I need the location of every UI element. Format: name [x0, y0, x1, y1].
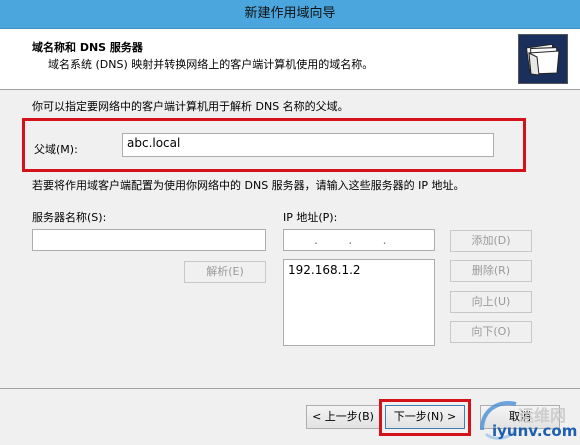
- ip-address-label: IP 地址(P):: [283, 211, 338, 224]
- watermark-line2: iyunv.com: [492, 422, 578, 440]
- intro-text: 你可以指定要网络中的客户端计算机用于解析 DNS 名称的父域。: [32, 100, 349, 113]
- move-up-button[interactable]: 向上(U): [450, 291, 532, 313]
- back-button[interactable]: < 上一步(B): [306, 405, 380, 429]
- remove-button[interactable]: 删除(R): [450, 260, 532, 282]
- next-button[interactable]: 下一步(N) >: [385, 405, 465, 429]
- move-down-button[interactable]: 向下(O): [450, 321, 532, 343]
- watermark: 运维网 iyunv.com: [476, 396, 580, 445]
- ip-address-list[interactable]: 192.168.1.2: [283, 259, 435, 346]
- add-button[interactable]: 添加(D): [450, 230, 532, 252]
- parent-domain-input[interactable]: abc.local: [122, 133, 494, 157]
- dns-servers-text: 若要将作用域客户端配置为使用你网络中的 DNS 服务器，请输入这些服务器的 IP…: [32, 179, 465, 192]
- parent-domain-label: 父域(M):: [34, 143, 78, 156]
- resolve-button[interactable]: 解析(E): [184, 261, 266, 283]
- header-title: 域名称和 DNS 服务器: [32, 41, 143, 54]
- list-item[interactable]: 192.168.1.2: [284, 260, 434, 280]
- window-title: 新建作用域向导: [244, 6, 336, 21]
- ip-address-input[interactable]: . . .: [283, 229, 435, 251]
- bottom-separator: [0, 388, 580, 389]
- header-description: 域名系统 (DNS) 映射并转换网络上的客户端计算机使用的域名称。: [48, 58, 374, 71]
- server-name-input[interactable]: [32, 229, 266, 251]
- server-name-label: 服务器名称(S):: [32, 211, 107, 224]
- wizard-folder-icon: [518, 34, 568, 84]
